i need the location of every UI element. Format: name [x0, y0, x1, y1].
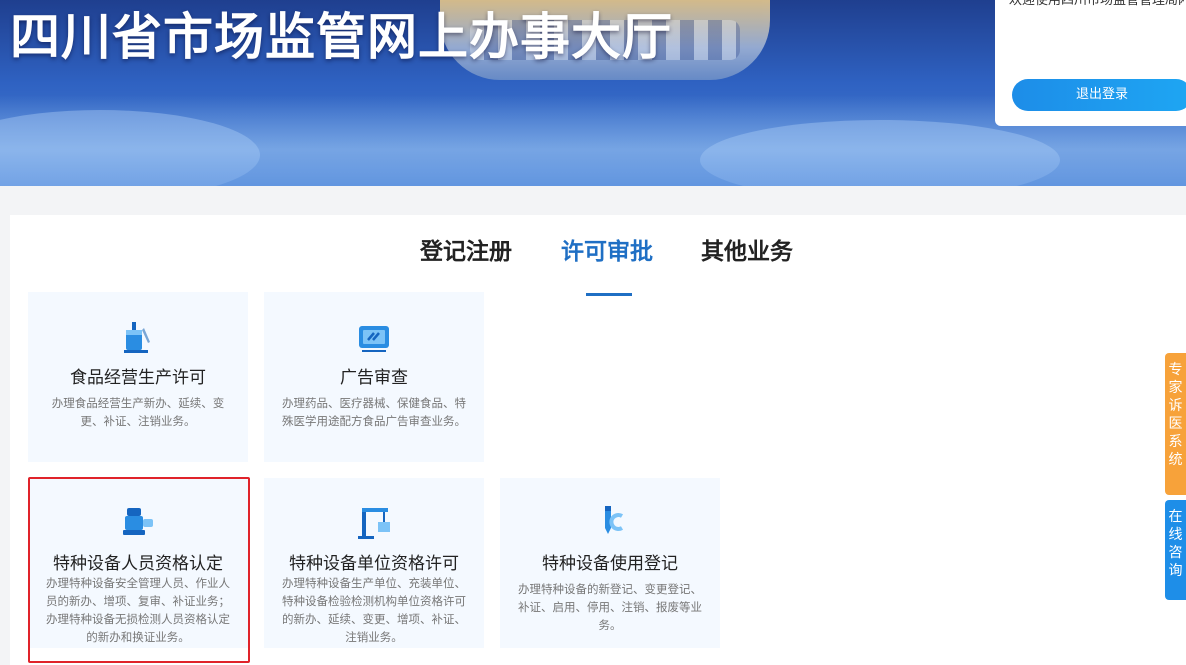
card-title: 特种设备单位资格许可	[289, 554, 459, 574]
category-tabs: 登记注册 许可审批 其他业务	[10, 235, 1186, 296]
card-title: 广告审查	[340, 368, 408, 388]
tab-license-approval[interactable]: 许可审批	[561, 235, 653, 269]
card-description: 办理药品、医疗器械、保健食品、特殊医学用途配方食品广告审查业务。	[282, 396, 466, 428]
card-equipment-registration[interactable]: 特种设备使用登记 办理特种设备的新登记、变更登记、补证、启用、停用、注销、报废等…	[500, 478, 720, 648]
crane-icon	[358, 508, 390, 539]
site-title: 四川省市场监管网上办事大厅	[10, 8, 673, 66]
logout-button[interactable]: 退出登录	[1012, 79, 1186, 111]
card-description: 办理食品经营生产新办、延续、变更、补证、注销业务。	[51, 396, 225, 428]
card-food-license[interactable]: 食品经营生产许可 办理食品经营生产新办、延续、变更、补证、注销业务。	[28, 292, 248, 462]
card-title: 特种设备使用登记	[542, 554, 678, 574]
active-tab-indicator	[586, 293, 632, 296]
card-description: 办理特种设备安全管理人员、作业人员的新办、增项、复审、补证业务；办理特种设备无损…	[46, 576, 230, 644]
user-panel: 欢迎使用四川市场监管管理局网上办事大厅系统 退出登录	[995, 0, 1186, 126]
card-unit-qualification[interactable]: 特种设备单位资格许可 办理特种设备生产单位、充装单位、特种设备检验检测机构单位资…	[264, 478, 484, 648]
machine-operator-icon	[123, 508, 153, 535]
side-tab-expert-system[interactable]: 专家诉医系统	[1165, 353, 1186, 495]
ad-screen-icon	[359, 326, 389, 352]
cup-icon	[124, 322, 150, 353]
card-personnel-qualification[interactable]: 特种设备人员资格认定 办理特种设备安全管理人员、作业人员的新办、增项、复审、补证…	[28, 478, 248, 648]
side-tab-online-consult[interactable]: 在线咨询	[1165, 500, 1186, 600]
card-title: 特种设备人员资格认定	[53, 554, 223, 574]
welcome-text: 欢迎使用四川市场监管管理局网上办事大厅系统	[1009, 0, 1184, 8]
card-ad-review[interactable]: 广告审查 办理药品、医疗器械、保健食品、特殊医学用途配方食品广告审查业务。	[264, 292, 484, 462]
tab-registration[interactable]: 登记注册	[420, 235, 512, 269]
card-description: 办理特种设备生产单位、充装单位、特种设备检验检测机构单位资格许可的新办、延续、变…	[282, 576, 466, 644]
pen-register-icon	[605, 506, 624, 534]
card-title: 食品经营生产许可	[70, 368, 206, 388]
card-description: 办理特种设备的新登记、变更登记、补证、启用、停用、注销、报废等业务。	[518, 582, 702, 632]
tab-other-business[interactable]: 其他业务	[701, 235, 793, 269]
